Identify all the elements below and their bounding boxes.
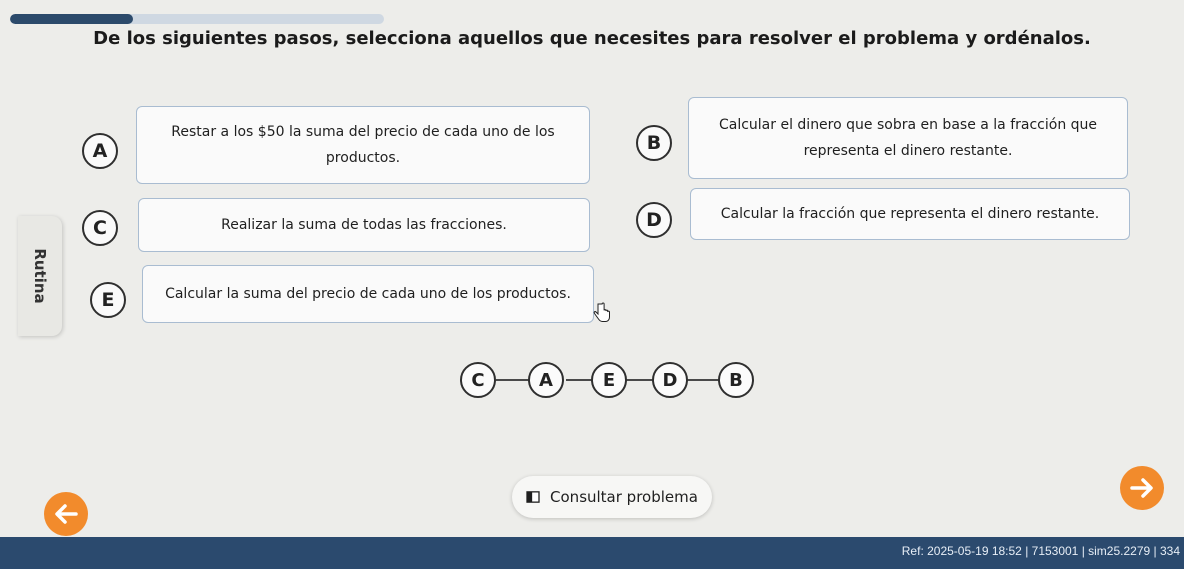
- option-letter-b: B: [636, 125, 672, 161]
- option-card-b[interactable]: Calcular el dinero que sobra en base a l…: [688, 97, 1128, 179]
- option-letter-e: E: [90, 282, 126, 318]
- rutina-tab-label: Rutina: [31, 248, 49, 304]
- option-card-e[interactable]: Calcular la suma del precio de cada uno …: [142, 265, 594, 323]
- sequence-connector: [626, 379, 654, 381]
- option-letter-a: A: [82, 133, 118, 169]
- option-card-a[interactable]: Restar a los $50 la suma del precio de c…: [136, 106, 590, 184]
- back-button[interactable]: [44, 492, 88, 536]
- consult-problem-button[interactable]: Consultar problema: [512, 476, 712, 518]
- instruction-text: De los siguientes pasos, selecciona aque…: [93, 28, 1091, 49]
- reference-text: Ref: 2025-05-19 18:52 | 7153001 | sim25.…: [901, 544, 1180, 558]
- next-button[interactable]: [1120, 466, 1164, 510]
- hand-cursor-icon: [593, 302, 610, 322]
- sequence-slot-4[interactable]: D: [652, 362, 688, 398]
- arrow-left-icon: [55, 504, 78, 524]
- sequence-connector: [684, 379, 722, 381]
- consult-problem-label: Consultar problema: [550, 488, 698, 506]
- book-icon: [526, 491, 540, 503]
- option-card-c[interactable]: Realizar la suma de todas las fracciones…: [138, 198, 590, 252]
- option-letter-c: C: [82, 210, 118, 246]
- sequence-slot-5[interactable]: B: [718, 362, 754, 398]
- sequence-slot-2[interactable]: A: [528, 362, 564, 398]
- progress-bar: [10, 14, 384, 24]
- sequence-slot-1[interactable]: C: [460, 362, 496, 398]
- option-card-d[interactable]: Calcular la fracción que representa el d…: [690, 188, 1130, 240]
- arrow-right-icon: [1130, 478, 1153, 498]
- option-letter-d: D: [636, 202, 672, 238]
- progress-fill: [10, 14, 134, 24]
- sequence-slot-3[interactable]: E: [591, 362, 627, 398]
